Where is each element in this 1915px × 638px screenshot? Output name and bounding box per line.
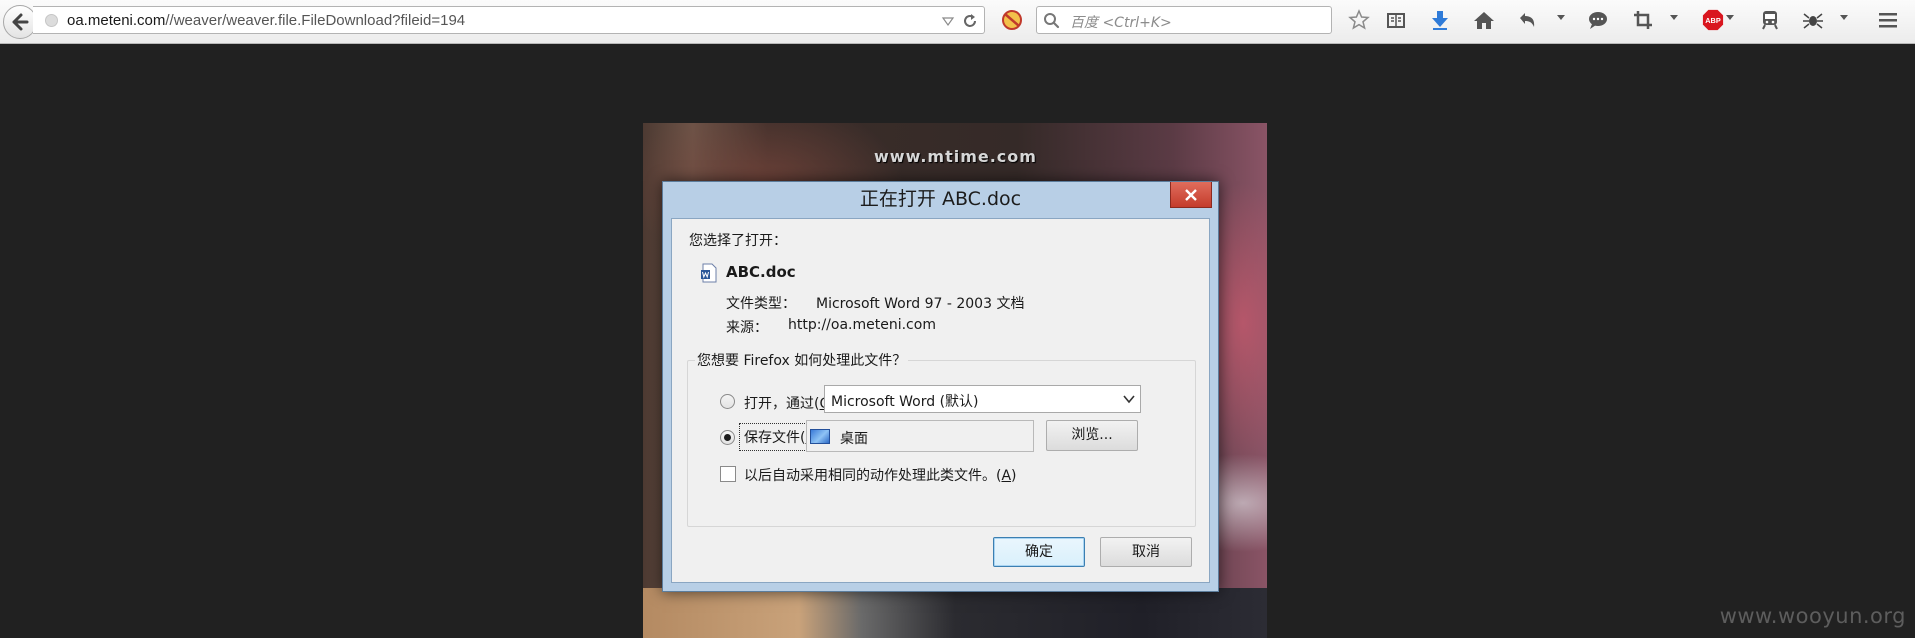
file-type-value: Microsoft Word 97 - 2003 文档 <box>816 296 1025 312</box>
spider-icon <box>1803 13 1823 29</box>
source-value: http://oa.meteni.com <box>788 317 936 333</box>
chose-label: 您选择了打开： <box>689 233 787 249</box>
word-document-icon <box>701 263 717 283</box>
auto-action-label[interactable]: 以后自动采用相同的动作处理此类文件。(A) <box>744 465 1017 485</box>
downloads-icon <box>1432 11 1448 30</box>
close-button[interactable] <box>1170 182 1212 208</box>
chevron-down-icon <box>1123 395 1135 404</box>
open-with-label[interactable]: 打开，通过(O) <box>744 393 836 413</box>
open-file-dialog: 正在打开 ABC.doc 您选择了打开： ABC.doc 文件类型： Micro… <box>662 181 1219 592</box>
spider-button[interactable] <box>1801 9 1825 31</box>
train-icon <box>1762 11 1778 30</box>
undo-icon <box>1520 13 1535 27</box>
chat-icon <box>1589 12 1607 29</box>
auto-action-checkbox[interactable] <box>720 466 736 482</box>
photo-lower-region <box>643 588 1267 638</box>
bookmark-star-button[interactable] <box>1347 9 1371 31</box>
source-label: 来源： <box>726 320 768 336</box>
url-dropdown-icon[interactable] <box>941 14 955 28</box>
save-file-radio[interactable] <box>720 430 735 445</box>
crop-button[interactable] <box>1631 9 1655 31</box>
home-button[interactable] <box>1472 9 1496 31</box>
menu-caret-icon[interactable] <box>1725 12 1735 22</box>
ok-button[interactable]: 确定 <box>993 537 1085 567</box>
chat-button[interactable] <box>1586 9 1610 31</box>
search-bar[interactable]: 百度 <Ctrl+K> <box>1036 6 1332 34</box>
reading-list-icon <box>1387 13 1405 28</box>
open-with-radio[interactable] <box>720 394 735 409</box>
favicon-globe-icon <box>45 14 58 27</box>
svg-text:ABP: ABP <box>1705 16 1721 25</box>
close-icon <box>1185 188 1197 201</box>
back-arrow-icon <box>12 13 29 31</box>
bookmark-star-icon <box>1348 9 1370 30</box>
reading-list-button[interactable] <box>1384 9 1408 31</box>
save-folder-field: 桌面 <box>806 420 1034 452</box>
action-question: 您想要 Firefox 如何处理此文件？ <box>695 350 909 370</box>
save-folder-value: 桌面 <box>840 431 868 447</box>
action-group: 您想要 Firefox 如何处理此文件？ 打开，通过(O) Microsoft … <box>687 350 1196 527</box>
file-type-label: 文件类型： <box>726 296 796 312</box>
menu-caret-icon[interactable] <box>1669 12 1679 22</box>
photo-watermark: www.mtime.com <box>874 147 1037 166</box>
browser-toolbar: oa.meteni.com//weaver/weaver.file.FileDo… <box>0 0 1915 44</box>
main-menu-button[interactable] <box>1876 9 1900 31</box>
adblock-plus-button[interactable]: ABP <box>1700 9 1726 31</box>
dialog-title: 正在打开 ABC.doc <box>859 188 1022 210</box>
menu-caret-icon[interactable] <box>1556 12 1566 22</box>
hamburger-menu-icon <box>1879 13 1897 28</box>
train-button[interactable] <box>1758 9 1782 31</box>
search-icon <box>1044 13 1060 29</box>
url-text[interactable]: oa.meteni.com//weaver/weaver.file.FileDo… <box>67 12 465 29</box>
cancel-button[interactable]: 取消 <box>1100 537 1192 567</box>
undo-close-tab-button[interactable] <box>1515 9 1539 31</box>
back-button[interactable] <box>3 5 37 39</box>
desktop-folder-icon <box>810 429 830 444</box>
menu-caret-icon[interactable] <box>1839 12 1849 22</box>
home-icon <box>1474 12 1494 29</box>
open-with-select[interactable]: Microsoft Word (默认) <box>824 385 1141 413</box>
noscript-icon[interactable] <box>1001 9 1023 31</box>
file-name: ABC.doc <box>726 263 796 281</box>
site-watermark: www.wooyun.org <box>1719 604 1906 628</box>
url-bar[interactable]: oa.meteni.com//weaver/weaver.file.FileDo… <box>33 6 985 34</box>
crop-icon <box>1634 11 1652 29</box>
downloads-button[interactable] <box>1428 9 1452 31</box>
search-placeholder: 百度 <Ctrl+K> <box>1070 15 1172 31</box>
dialog-body: 您选择了打开： ABC.doc 文件类型： Microsoft Word 97 … <box>671 218 1210 583</box>
open-with-selected: Microsoft Word (默认) <box>831 394 979 410</box>
reload-icon[interactable] <box>961 12 979 30</box>
browse-button[interactable]: 浏览... <box>1046 420 1138 451</box>
adblock-plus-icon: ABP <box>1702 9 1724 31</box>
